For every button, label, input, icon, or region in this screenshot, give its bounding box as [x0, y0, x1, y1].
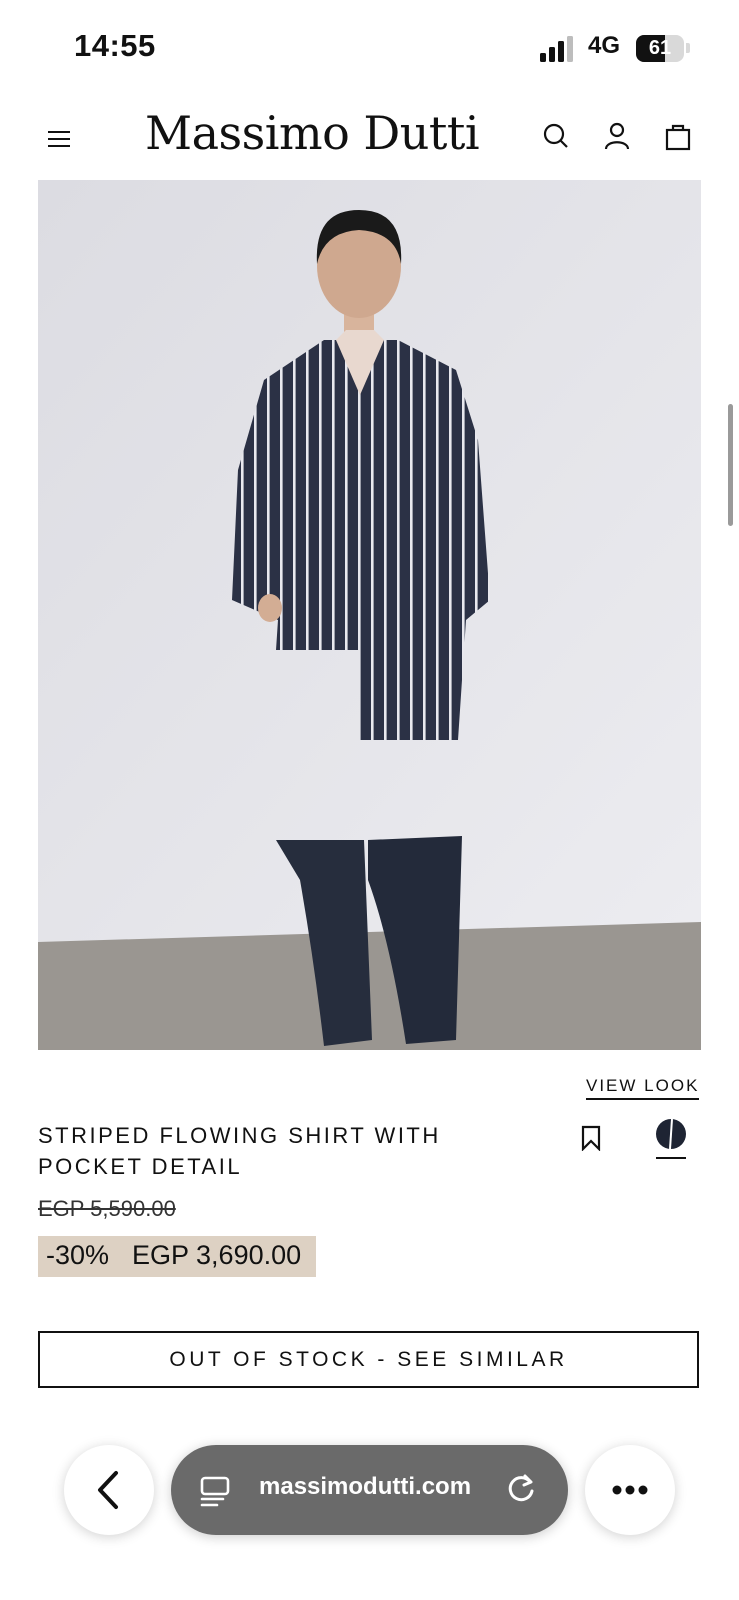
- bag-icon[interactable]: [662, 120, 694, 152]
- url-text: massimodutti.com: [259, 1473, 472, 1500]
- signal-icon: [540, 36, 573, 62]
- view-look-link[interactable]: VIEW LOOK: [586, 1076, 700, 1100]
- sale-price-badge: -30% EGP 3,690.00: [38, 1236, 316, 1277]
- site-header: Massimo Dutti: [0, 100, 739, 180]
- model-photo: [38, 180, 701, 1050]
- search-icon[interactable]: [540, 120, 572, 152]
- brand-logo[interactable]: Massimo Dutti: [145, 106, 480, 160]
- status-bar: 14:55 4G 61: [0, 0, 739, 100]
- more-options-button[interactable]: [585, 1445, 675, 1535]
- product-title: STRIPED FLOWING SHIRT WITH POCKET DETAIL: [38, 1123, 441, 1179]
- scroll-indicator[interactable]: [728, 404, 733, 526]
- status-time: 14:55: [74, 28, 156, 63]
- reload-icon[interactable]: [503, 1471, 539, 1507]
- battery-tip: [686, 43, 690, 53]
- tabs-icon[interactable]: [199, 1475, 231, 1507]
- original-price: EGP 5,590.00: [38, 1196, 176, 1221]
- product-image[interactable]: [38, 180, 701, 1050]
- account-icon[interactable]: [601, 120, 633, 152]
- out-of-stock-see-similar-button[interactable]: OUT OF STOCK - SEE SIMILAR: [38, 1331, 699, 1388]
- color-swatch[interactable]: [655, 1118, 687, 1150]
- bookmark-icon[interactable]: [580, 1125, 602, 1151]
- battery-percent: 61: [648, 37, 672, 59]
- address-bar[interactable]: massimodutti.com: [171, 1445, 568, 1535]
- back-button[interactable]: [64, 1445, 154, 1535]
- network-type: 4G: [588, 32, 621, 59]
- sale-price: EGP 3,690.00: [132, 1240, 302, 1270]
- more-icon: [612, 1485, 648, 1495]
- menu-icon[interactable]: [46, 126, 72, 152]
- battery-icon: 61: [636, 35, 684, 62]
- discount-percent: -30%: [46, 1240, 110, 1270]
- browser-bottom-bar: massimodutti.com: [0, 1420, 739, 1600]
- back-arrow-icon: [98, 1471, 118, 1509]
- swatch-selected-indicator: [656, 1157, 686, 1159]
